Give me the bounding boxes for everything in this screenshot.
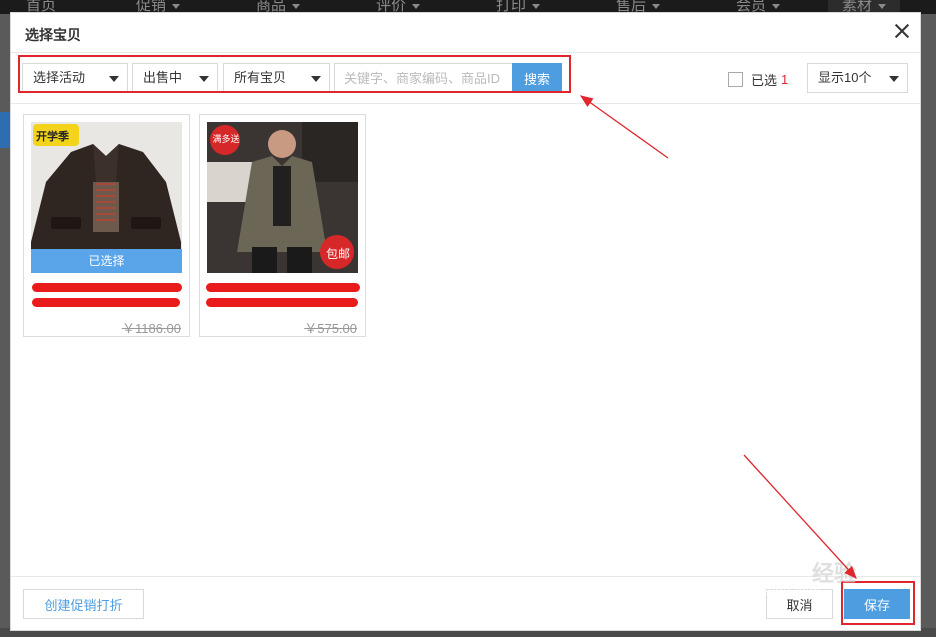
- page-size-select[interactable]: 显示10个: [807, 63, 908, 93]
- create-promotion-button[interactable]: 创建促销打折: [23, 589, 144, 619]
- redacted-title-line: [206, 298, 358, 307]
- selected-indicator: 已选择: [31, 249, 182, 273]
- product-image: 满多送 包邮: [207, 122, 358, 273]
- product-image: 已选择 开学季: [31, 122, 182, 273]
- search-button[interactable]: 搜索: [512, 63, 562, 93]
- redacted-title-line: [206, 283, 360, 292]
- product-card[interactable]: 已选择 开学季 ￥1186.00: [23, 114, 190, 337]
- category-select[interactable]: 所有宝贝: [223, 63, 330, 93]
- selected-only-checkbox[interactable]: [728, 71, 743, 87]
- close-icon[interactable]: [892, 21, 912, 41]
- selected-filter: 已选 1: [728, 69, 788, 89]
- free-shipping-badge: 包邮: [326, 247, 351, 261]
- dialog-footer: 创建促销打折 取消 保存: [11, 576, 920, 630]
- dialog-header: 选择宝贝: [11, 13, 920, 53]
- promo-badge: 满多送: [212, 134, 240, 144]
- status-select[interactable]: 出售中: [132, 63, 218, 93]
- category-select-label: 所有宝贝: [234, 70, 287, 85]
- dialog-title: 选择宝贝: [25, 27, 81, 43]
- search-input[interactable]: [334, 63, 512, 93]
- status-select-label: 出售中: [143, 70, 183, 85]
- redacted-title-line: [32, 283, 182, 292]
- cancel-button[interactable]: 取消: [766, 589, 833, 619]
- product-price: ￥575.00: [304, 321, 357, 336]
- chevron-down-icon: [889, 76, 899, 82]
- chevron-down-icon: [109, 76, 119, 82]
- activity-select[interactable]: 选择活动: [22, 63, 128, 93]
- background-side-tab: [0, 112, 10, 148]
- product-card[interactable]: 满多送 包邮 ￥575.00: [199, 114, 366, 337]
- selected-label: 已选: [751, 72, 778, 88]
- save-button[interactable]: 保存: [844, 589, 910, 619]
- redacted-title-line: [32, 298, 180, 307]
- chevron-down-icon: [199, 76, 209, 82]
- selected-count: 1: [781, 71, 789, 87]
- page-size-label: 显示10个: [818, 70, 872, 85]
- select-product-dialog: 选择宝贝 选择活动 出售中 所有宝贝 搜索 已选 1 显示10个: [10, 12, 921, 631]
- product-price: ￥1186.00: [121, 321, 181, 336]
- promo-badge: 开学季: [36, 131, 69, 143]
- chevron-down-icon: [311, 76, 321, 82]
- activity-select-label: 选择活动: [33, 70, 86, 85]
- filter-toolbar: 选择活动 出售中 所有宝贝 搜索 已选 1 显示10个: [11, 54, 920, 104]
